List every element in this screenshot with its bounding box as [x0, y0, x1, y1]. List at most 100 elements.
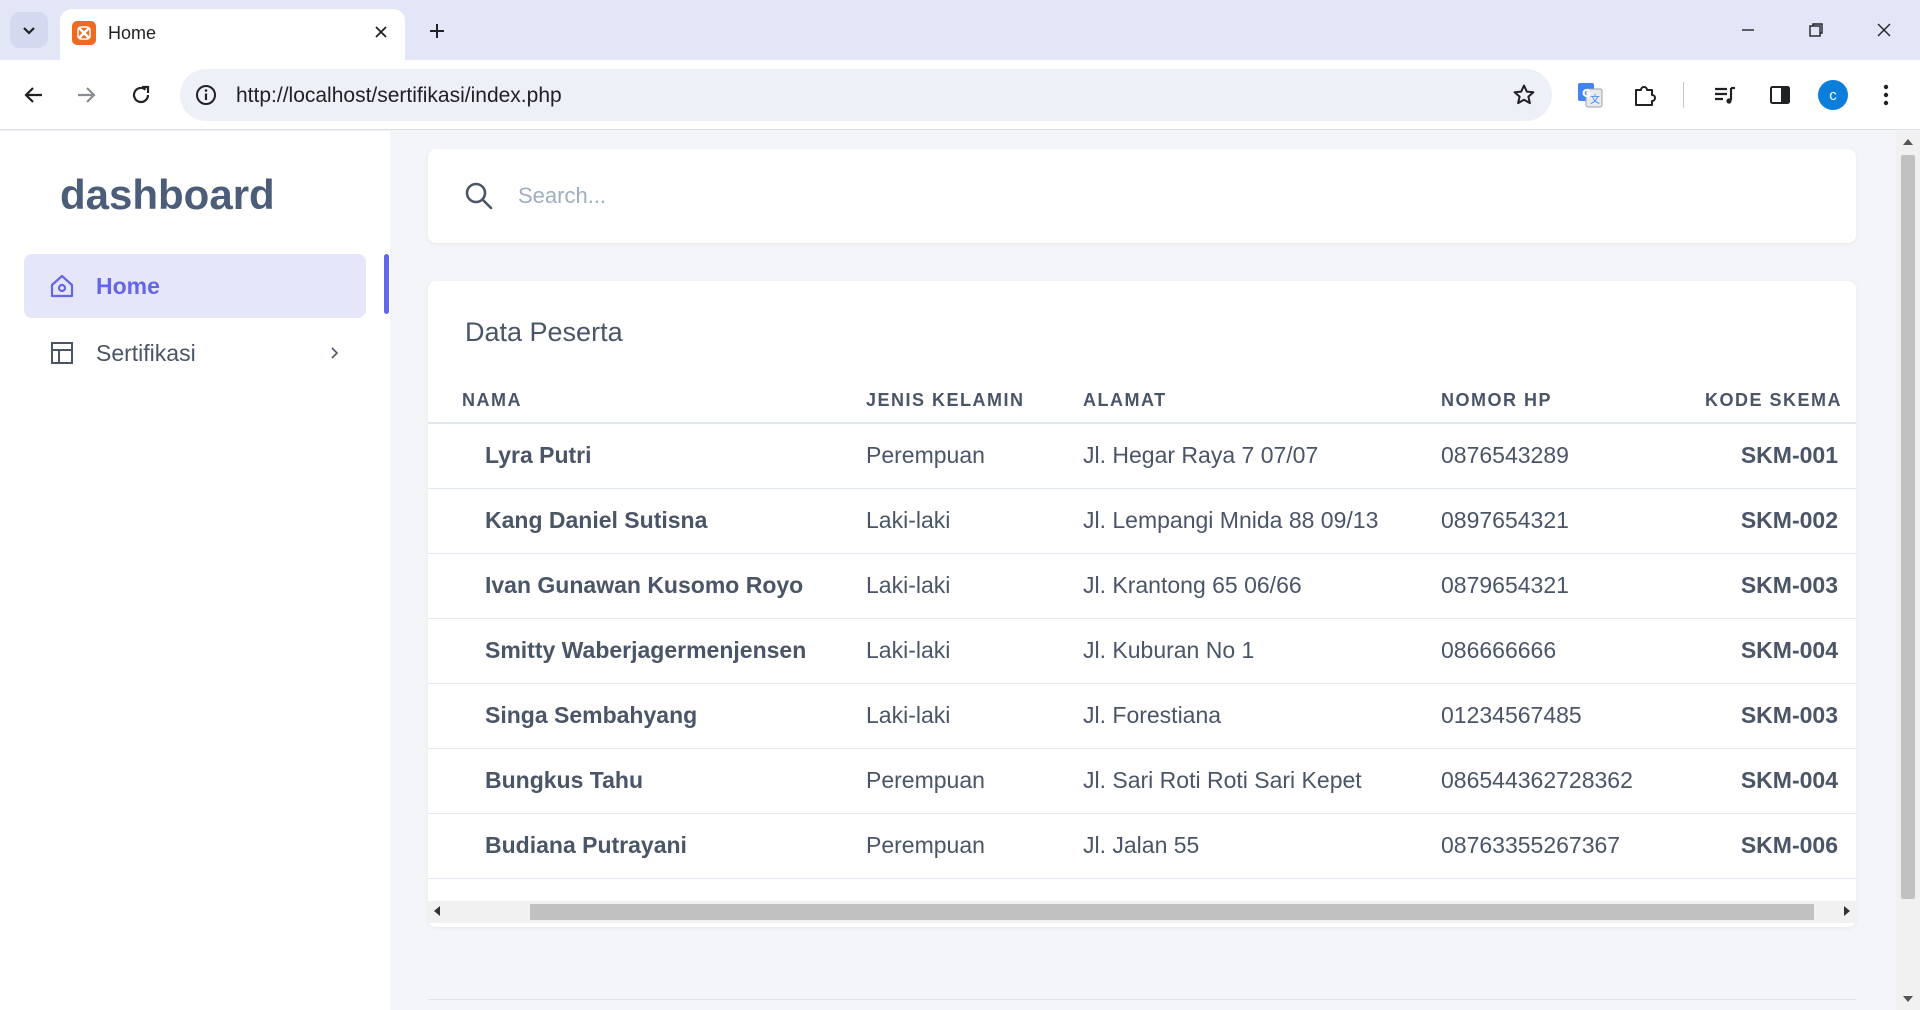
scrollbar-thumb[interactable] [1901, 155, 1915, 899]
reload-button[interactable] [121, 75, 161, 115]
forward-button[interactable] [66, 75, 106, 115]
chevron-right-icon [322, 341, 346, 365]
playlist-music-icon [1715, 86, 1735, 104]
reload-icon [132, 85, 150, 104]
side-panel-icon [1770, 86, 1790, 104]
search-card [428, 149, 1856, 243]
side-panel-button[interactable] [1760, 75, 1800, 115]
minimize-button[interactable] [1726, 12, 1770, 48]
table-horizontal-scrollbar[interactable] [428, 901, 1856, 923]
sidebar: dashboard Home Sertifikasi [0, 131, 390, 1010]
close-icon [1877, 23, 1891, 37]
cell-nomor-hp: 0897654321 [1441, 488, 1691, 554]
cell-alamat: Jl. Krantong 65 06/66 [1083, 553, 1441, 619]
cell-kode-skema: SKM-004 [1691, 618, 1856, 684]
table-row: Lyra Putri Perempuan Jl. Hegar Raya 7 07… [428, 423, 1856, 489]
column-header-kode-skema[interactable]: KODE SKEMA [1691, 379, 1856, 424]
page-content: dashboard Home Sertifikasi Data Peserta [0, 131, 1920, 1010]
cell-jenis-kelamin: Laki-laki [866, 488, 1083, 554]
table-row: Kang Daniel Sutisna Laki-laki Jl. Lempan… [428, 488, 1856, 554]
tab-search-button[interactable] [10, 12, 48, 48]
cell-kode-skema: SKM-003 [1691, 553, 1856, 619]
minimize-icon [1742, 29, 1754, 31]
extensions-button[interactable] [1625, 75, 1665, 115]
toolbar-divider [1683, 82, 1684, 108]
chevron-down-icon [23, 27, 35, 35]
cell-nomor-hp: 08763355267367 [1441, 813, 1691, 879]
cell-jenis-kelamin: Perempuan [866, 748, 1083, 814]
table-row: Singa Sembahyang Laki-laki Jl. Forestian… [428, 683, 1856, 749]
scroll-left-arrow-icon[interactable] [434, 906, 440, 916]
tab-close-button[interactable] [369, 20, 393, 44]
cell-nomor-hp: 0876543289 [1441, 423, 1691, 489]
cell-kode-skema: SKM-006 [1691, 813, 1856, 879]
browser-tab-bar: Home [0, 0, 1920, 60]
cell-alamat: Jl. Sari Roti Roti Sari Kepet [1083, 748, 1441, 814]
back-button[interactable] [14, 75, 54, 115]
profile-button[interactable]: c [1813, 75, 1853, 115]
cell-alamat: Jl. Hegar Raya 7 07/07 [1083, 423, 1441, 489]
puzzle-icon [1635, 86, 1656, 106]
sidebar-item-sertifikasi[interactable]: Sertifikasi [24, 321, 366, 385]
card-title: Data Peserta [465, 317, 623, 347]
more-vertical-icon [1883, 84, 1889, 106]
cell-nomor-hp: 086666666 [1441, 618, 1691, 684]
sidebar-item-home[interactable]: Home [24, 254, 366, 318]
scroll-down-arrow-icon[interactable] [1903, 996, 1913, 1002]
active-indicator [384, 254, 389, 314]
cell-alamat: Jl. Lempangi Mnida 88 09/13 [1083, 488, 1441, 554]
cell-nama: Singa Sembahyang [428, 683, 866, 749]
browser-tab-home[interactable]: Home [60, 9, 405, 60]
table-row: Budiana Putrayani Perempuan Jl. Jalan 55… [428, 813, 1856, 879]
column-header-nama[interactable]: NAMA [428, 379, 866, 424]
close-window-button[interactable] [1862, 12, 1906, 48]
cell-kode-skema: SKM-003 [1691, 683, 1856, 749]
cell-alamat: Jl. Kuburan No 1 [1083, 618, 1441, 684]
table-header-row: NAMA JENIS KELAMIN ALAMAT NOMOR HP KODE … [428, 379, 1856, 424]
plus-icon [430, 24, 444, 38]
new-tab-button[interactable] [420, 14, 454, 48]
footer-divider [428, 999, 1856, 1000]
search-icon [465, 182, 493, 210]
home-icon [48, 272, 76, 300]
cell-alamat: Jl. Jalan 55 [1083, 813, 1441, 879]
google-translate-extension-button[interactable]: G文 [1570, 75, 1610, 115]
restore-button[interactable] [1794, 12, 1838, 48]
data-peserta-card: Data Peserta NAMA JENIS KELAMIN ALAMAT N… [428, 281, 1856, 927]
sidebar-item-label: Home [96, 273, 160, 299]
tab-title: Home [108, 23, 157, 43]
browser-toolbar: http://localhost/sertifikasi/index.php G… [0, 60, 1920, 130]
cell-kode-skema: SKM-001 [1691, 423, 1856, 489]
address-bar[interactable]: http://localhost/sertifikasi/index.php [180, 69, 1552, 121]
cell-nomor-hp: 01234567485 [1441, 683, 1691, 749]
cell-kode-skema: SKM-002 [1691, 488, 1856, 554]
column-header-jenis-kelamin[interactable]: JENIS KELAMIN [866, 379, 1083, 424]
media-controls-button[interactable] [1705, 75, 1745, 115]
url-text: http://localhost/sertifikasi/index.php [236, 84, 562, 107]
page-vertical-scrollbar[interactable] [1896, 131, 1920, 1010]
scrollbar-thumb[interactable] [530, 904, 1814, 920]
scroll-up-arrow-icon[interactable] [1903, 139, 1913, 145]
cell-nomor-hp: 0879654321 [1441, 553, 1691, 619]
sidebar-item-label: Sertifikasi [96, 340, 196, 366]
column-header-nomor-hp[interactable]: NOMOR HP [1441, 379, 1691, 424]
browser-menu-button[interactable] [1866, 75, 1906, 115]
column-header-alamat[interactable]: ALAMAT [1083, 379, 1441, 424]
cell-nama: Budiana Putrayani [428, 813, 866, 879]
search-input[interactable] [518, 173, 838, 219]
cell-jenis-kelamin: Laki-laki [866, 618, 1083, 684]
cell-jenis-kelamin: Laki-laki [866, 683, 1083, 749]
peserta-table: NAMA JENIS KELAMIN ALAMAT NOMOR HP KODE … [428, 379, 1856, 879]
bookmark-star-icon[interactable] [1510, 81, 1538, 109]
cell-jenis-kelamin: Perempuan [866, 813, 1083, 879]
xampp-favicon-icon [72, 21, 96, 45]
cell-nama: Lyra Putri [428, 423, 866, 489]
cell-jenis-kelamin: Perempuan [866, 423, 1083, 489]
cell-alamat: Jl. Forestiana [1083, 683, 1441, 749]
layout-icon [48, 339, 76, 367]
table-row: Bungkus Tahu Perempuan Jl. Sari Roti Rot… [428, 748, 1856, 814]
avatar: c [1818, 80, 1848, 110]
cell-nama: Ivan Gunawan Kusomo Royo [428, 553, 866, 619]
site-info-icon[interactable] [192, 81, 220, 109]
scroll-right-arrow-icon[interactable] [1844, 906, 1850, 916]
